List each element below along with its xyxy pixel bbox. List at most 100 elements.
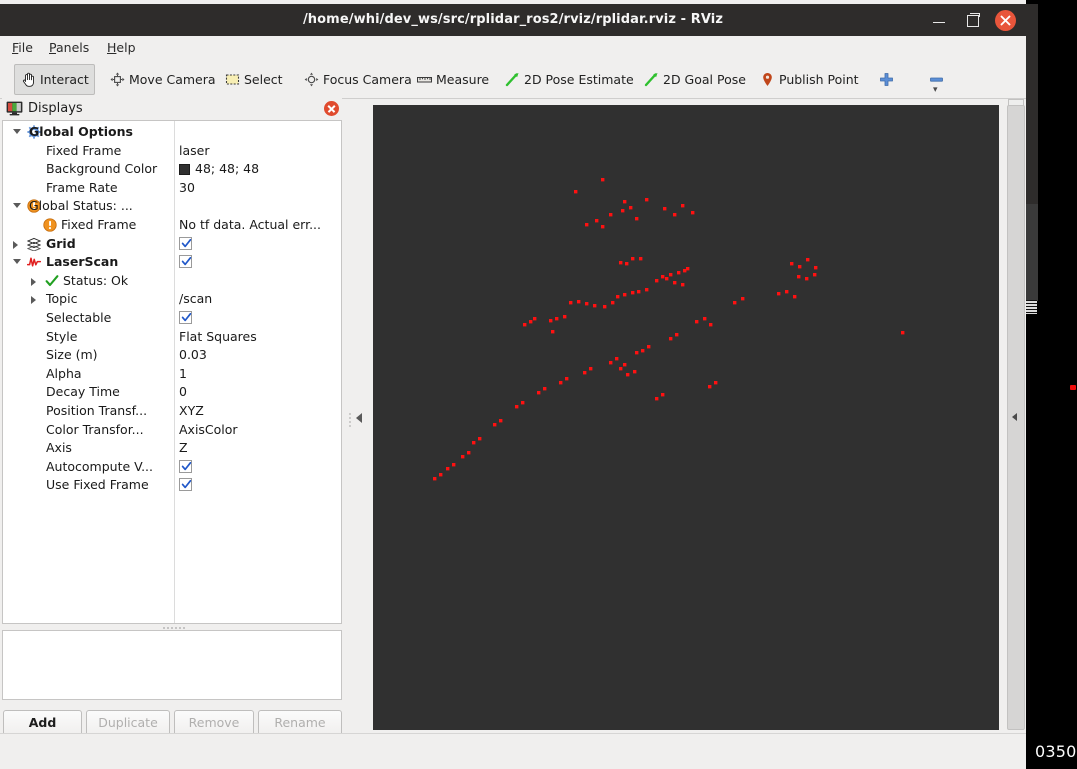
tree-row-label-axis: Axis: [46, 440, 72, 456]
tree-checkbox-autocompute-value[interactable]: [179, 459, 192, 473]
stray-red-point: [1070, 385, 1076, 390]
tree-row-decay-time[interactable]: Decay Time 0: [3, 383, 341, 402]
tree-checkbox-selectable[interactable]: [179, 310, 192, 324]
laser-point: [577, 300, 581, 304]
laser-point: [609, 213, 613, 217]
collapse-right-arrow-icon[interactable]: [1012, 413, 1017, 421]
tree-checkbox-grid[interactable]: [179, 236, 192, 250]
tree-row-status-ok[interactable]: Status: Ok: [3, 272, 341, 291]
menu-panels[interactable]: Panels: [45, 39, 93, 57]
maximize-button[interactable]: [963, 10, 983, 30]
tree-expander-topic[interactable]: [31, 296, 36, 305]
tree-row-style[interactable]: Style Flat Squares: [3, 328, 341, 347]
laser-point: [790, 262, 794, 266]
tree-row-use-fixed-frame[interactable]: Use Fixed Frame: [3, 476, 341, 495]
tree-row-position-transformer[interactable]: Position Transf... XYZ: [3, 402, 341, 421]
tree-row-global-status[interactable]: Global Status: ...: [3, 197, 341, 216]
tree-row-label-laserscan: LaserScan: [46, 254, 119, 270]
close-icon: [1000, 15, 1011, 26]
tool-2d-goal-pose[interactable]: 2D Goal Pose: [637, 64, 752, 95]
laser-point: [601, 225, 605, 229]
status-bar: https://blog.csdn.net/weixin_ 31 fps: [0, 733, 1026, 769]
laser-point: [708, 385, 712, 389]
minimize-button[interactable]: [929, 10, 949, 30]
tree-row-topic[interactable]: Topic/scan: [3, 290, 341, 309]
3d-render-view[interactable]: [373, 105, 999, 730]
laser-point: [798, 265, 802, 269]
collapse-left-arrow-icon[interactable]: [356, 413, 362, 423]
laser-point: [609, 361, 613, 365]
tree-row-laserscan[interactable]: LaserScan: [3, 253, 341, 272]
tool-2d-pose-estimate[interactable]: 2D Pose Estimate: [498, 64, 640, 95]
tool-2d-goal-pose-label: 2D Goal Pose: [663, 72, 746, 87]
menu-file[interactable]: File: [8, 39, 37, 57]
laser-point: [663, 207, 667, 211]
close-button[interactable]: [995, 10, 1016, 31]
grid-icon: [26, 237, 42, 252]
tool-move-camera[interactable]: Move Camera: [103, 64, 222, 95]
tree-row-label-background-color: Background Color: [46, 161, 158, 177]
laser-point: [626, 373, 630, 377]
laser-point: [635, 217, 639, 221]
tree-row-value-decay-time: 0: [179, 384, 187, 400]
tree-row-label-autocompute-value: Autocompute V...: [46, 458, 154, 474]
tree-row-frame-rate[interactable]: Frame Rate 30: [3, 179, 341, 198]
tree-row-size-m[interactable]: Size (m) 0.03: [3, 346, 341, 365]
tree-checkbox-use-fixed-frame[interactable]: [179, 478, 192, 492]
tree-expander-laserscan[interactable]: [13, 259, 21, 265]
tree-row-label-global-status: Global Status: ...: [29, 198, 133, 214]
tool-publish-point-label: Publish Point: [779, 72, 859, 87]
displays-tree[interactable]: Global Options Fixed Frame laser Background…: [2, 120, 342, 624]
tree-row-autocompute-value[interactable]: Autocompute V...: [3, 458, 341, 477]
laser-point: [655, 279, 659, 283]
toolbar-overflow-button[interactable]: ▾: [933, 86, 938, 95]
tool-focus-camera[interactable]: Focus Camera: [297, 64, 418, 95]
laser-point: [623, 200, 627, 204]
tree-expander-global-status[interactable]: [13, 203, 21, 209]
tree-row-label-status-fixed-frame: Fixed Frame: [61, 216, 137, 232]
tree-row-color-transformer[interactable]: Color Transfor... AxisColor: [3, 421, 341, 440]
laser-point: [661, 275, 665, 279]
displays-panel-close-icon[interactable]: [324, 101, 339, 116]
color-swatch-background-color[interactable]: [179, 164, 190, 176]
focus-camera-icon: [303, 71, 320, 88]
tree-expander-status-ok[interactable]: [31, 277, 36, 286]
tool-select[interactable]: Select: [218, 64, 289, 95]
tree-row-label-frame-rate: Frame Rate: [46, 179, 118, 195]
tree-row-label-fixed-frame: Fixed Frame: [46, 142, 122, 158]
tree-row-label-position-transformer: Position Transf...: [46, 402, 148, 418]
tool-interact[interactable]: Interact: [14, 64, 95, 95]
tree-expander-grid[interactable]: [13, 240, 18, 249]
rviz-application-window: /home/whi/dev_ws/src/rplidar_ros2/rviz/r…: [0, 0, 1077, 769]
laser-point: [639, 257, 643, 261]
tool-add-plus[interactable]: [872, 64, 901, 95]
tree-row-status-fixed-frame[interactable]: Fixed Frame No tf data. Actual err...: [3, 216, 341, 235]
tree-row-grid[interactable]: Grid: [3, 235, 341, 254]
tool-measure[interactable]: Measure: [410, 64, 495, 95]
laser-point: [543, 387, 547, 391]
tree-row-background-color[interactable]: Background Color 48; 48; 48: [3, 160, 341, 179]
tree-row-global-options[interactable]: Global Options: [3, 123, 341, 142]
laser-point: [635, 351, 639, 355]
tree-row-fixed-frame[interactable]: Fixed Frame laser: [3, 142, 341, 161]
window-edge-grip: [1026, 300, 1037, 314]
tree-checkbox-laserscan[interactable]: [179, 255, 192, 269]
tree-row-value-frame-rate: 30: [179, 179, 195, 195]
laser-point: [472, 441, 476, 445]
tree-row-selectable[interactable]: Selectable: [3, 309, 341, 328]
tree-row-axis[interactable]: Axis Z: [3, 439, 341, 458]
tree-row-alpha[interactable]: Alpha 1: [3, 365, 341, 384]
tool-publish-point[interactable]: Publish Point: [753, 64, 865, 95]
laser-point: [785, 290, 789, 294]
tree-row-value-size-m: 0.03: [179, 347, 207, 363]
tree-expander-global-options[interactable]: [13, 129, 21, 134]
menu-help[interactable]: Help: [103, 39, 140, 57]
panel-splitter-vertical[interactable]: [345, 100, 369, 740]
laser-point: [446, 467, 450, 471]
waveform-icon: [26, 255, 42, 269]
tree-row-value-topic: /scan: [179, 291, 213, 307]
laser-point: [675, 333, 679, 337]
ruler-icon: [416, 71, 433, 88]
tree-row-label-topic: Topic: [46, 291, 78, 307]
laser-point: [625, 262, 629, 266]
